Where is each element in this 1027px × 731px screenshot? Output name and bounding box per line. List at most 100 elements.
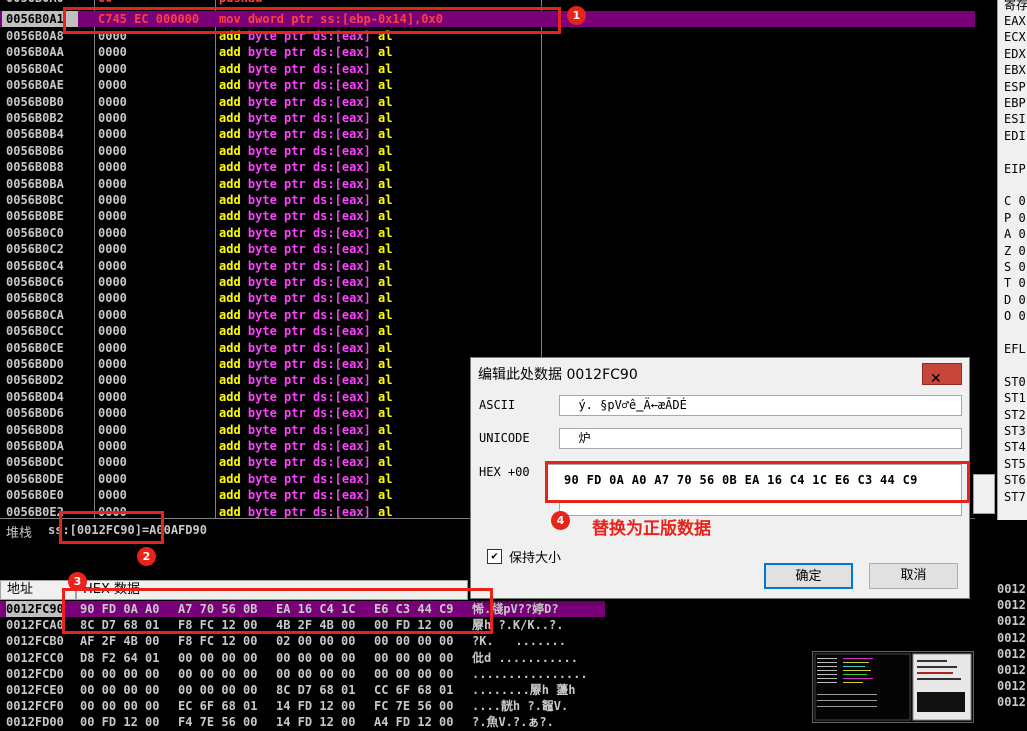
register-item[interactable]: EIP bbox=[1004, 162, 1026, 176]
instr-reg: al bbox=[378, 176, 393, 191]
register-item[interactable]: ST2 bbox=[1004, 408, 1026, 422]
instr-op: add bbox=[219, 340, 241, 355]
instr-size: byte ptr bbox=[247, 242, 306, 257]
disasm-hex: 0000 bbox=[98, 324, 127, 339]
register-item[interactable]: ST6 bbox=[1004, 473, 1026, 487]
register-item[interactable]: C 0 bbox=[1004, 194, 1026, 208]
instr-mem: [eax] bbox=[334, 78, 371, 93]
disasm-row[interactable]: 0056B0B2 0000 add byte ptr ds:[eax],al bbox=[0, 110, 975, 126]
register-item[interactable]: ECX bbox=[1004, 30, 1026, 44]
disasm-row[interactable]: 0056B0C8 0000 add byte ptr ds:[eax],al bbox=[0, 290, 975, 306]
disasm-instruction: add byte ptr ds:[eax],al bbox=[219, 471, 393, 486]
register-item[interactable]: EAX bbox=[1004, 14, 1026, 28]
dump-row[interactable]: 0012FCC0 D8 F2 64 01 00 00 00 00 00 00 00 0… bbox=[0, 650, 605, 666]
cancel-button[interactable]: 取消 bbox=[869, 563, 958, 589]
register-item[interactable]: EDI bbox=[1004, 129, 1026, 143]
instr-op: add bbox=[219, 291, 241, 306]
register-item[interactable]: ST0 bbox=[1004, 375, 1026, 389]
instr-op: add bbox=[219, 422, 241, 437]
disasm-instruction: add byte ptr ds:[eax],al bbox=[219, 45, 393, 60]
register-item[interactable]: A 0 bbox=[1004, 227, 1026, 241]
disasm-row[interactable]: 0056B0AE 0000 add byte ptr ds:[eax],al bbox=[0, 77, 975, 93]
disasm-row[interactable]: 0056B0BA 0000 add byte ptr ds:[eax],al bbox=[0, 176, 975, 192]
register-item[interactable]: ST4 bbox=[1004, 440, 1026, 454]
disasm-row[interactable]: 0056B0B6 0000 add byte ptr ds:[eax],al bbox=[0, 143, 975, 159]
instr-reg: al bbox=[378, 209, 393, 224]
instr-mem: [eax] bbox=[334, 307, 371, 322]
register-item[interactable]: D 0 bbox=[1004, 293, 1026, 307]
registers-pane[interactable]: 寄存 EAX ECX EDX EBX ESP EBP ESI EDI EIP C 0 P 0 A 0 Z … bbox=[997, 0, 1027, 520]
disasm-row[interactable]: 0056B0B4 0000 add byte ptr ds:[eax],al bbox=[0, 126, 975, 142]
dump-row[interactable]: 0012FCE0 00 00 00 00 00 00 00 00 8C D7 68 0… bbox=[0, 682, 605, 698]
dump-row[interactable]: 0012FD00 00 FD 12 00 F4 7E 56 00 14 FD 12 0… bbox=[0, 714, 605, 730]
disasm-row[interactable]: 0056B0CC 0000 add byte ptr ds:[eax],al bbox=[0, 323, 975, 339]
ascii-field[interactable]: ý. §pV♂ê‗Ä←æÃDÉ bbox=[559, 395, 962, 416]
disasm-address: 0056B0D6 bbox=[6, 406, 64, 421]
register-item[interactable]: S 0 bbox=[1004, 260, 1026, 274]
stack-row[interactable]: 0012 bbox=[997, 631, 1026, 645]
disasm-row[interactable]: 0056B0C4 0000 add byte ptr ds:[eax],al bbox=[0, 258, 975, 274]
register-item[interactable]: ESP bbox=[1004, 80, 1026, 94]
register-item[interactable]: ESI bbox=[1004, 112, 1026, 126]
register-item[interactable]: O 0 bbox=[1004, 309, 1026, 323]
dump-row[interactable]: 0012FCB0 AF 2F 4B 00 F8 FC 12 00 02 00 00 0… bbox=[0, 633, 605, 649]
dump-row[interactable]: 0012FCF0 00 00 00 00 EC 6F 68 01 14 FD 12 0… bbox=[0, 698, 605, 714]
dump-hex-group: EC 6F 68 01 bbox=[178, 699, 258, 714]
register-item[interactable]: Z 0 bbox=[1004, 244, 1026, 258]
disasm-row[interactable]: 0056B0AA 0000 add byte ptr ds:[eax],al bbox=[0, 44, 975, 60]
dump-hex-group: 00 00 00 00 bbox=[374, 634, 454, 649]
dump-row[interactable]: 0012FCD0 00 00 00 00 00 00 00 00 00 00 00 0… bbox=[0, 666, 605, 682]
dump-hex-group: 02 00 00 00 bbox=[276, 634, 356, 649]
disasm-row[interactable]: 0056B0C0 0000 add byte ptr ds:[eax],al bbox=[0, 225, 975, 241]
keep-size-checkbox[interactable]: ✔ bbox=[487, 549, 502, 564]
instr-seg: ds: bbox=[312, 357, 335, 371]
instr-reg: al bbox=[378, 160, 393, 175]
disasm-address: 0056B0C4 bbox=[6, 258, 64, 273]
ok-button[interactable]: 确定 bbox=[764, 563, 853, 589]
stack-row[interactable]: 0012 bbox=[997, 582, 1026, 596]
stack-row[interactable]: 0012 bbox=[997, 614, 1026, 628]
disasm-row[interactable]: 0056B0A0 60 pushad bbox=[0, 0, 975, 6]
keep-size-label[interactable]: 保持大小 bbox=[509, 547, 561, 566]
dump-address: 0012FD00 bbox=[6, 715, 64, 730]
register-item[interactable]: EFL bbox=[1004, 342, 1026, 356]
disasm-row[interactable]: 0056B0B0 0000 add byte ptr ds:[eax],al bbox=[0, 94, 975, 110]
stack-row[interactable]: 0012 bbox=[997, 663, 1026, 677]
disasm-hex: 0000 bbox=[98, 357, 127, 371]
dialog-titlebar[interactable]: 编辑此处数据 0012FC90 ✕ bbox=[471, 358, 969, 388]
register-item[interactable]: ST5 bbox=[1004, 457, 1026, 471]
disasm-row[interactable]: 0056B0C6 0000 add byte ptr ds:[eax],al bbox=[0, 274, 975, 290]
stack-row[interactable]: 0012 bbox=[997, 598, 1026, 612]
stack-row[interactable]: 0012 bbox=[997, 647, 1026, 661]
dump-address: 0012FC90 bbox=[6, 601, 64, 618]
instr-mem: [eax] bbox=[334, 324, 371, 339]
register-item[interactable]: ST1 bbox=[1004, 391, 1026, 405]
disasm-row[interactable]: 0056B0BC 0000 add byte ptr ds:[eax],al bbox=[0, 192, 975, 208]
dialog-close-button[interactable]: ✕ bbox=[922, 363, 962, 387]
stack-row[interactable]: 0012 bbox=[997, 679, 1026, 693]
instr-mem: [eax] bbox=[334, 406, 371, 421]
register-item[interactable]: EBP bbox=[1004, 96, 1026, 110]
register-item[interactable]: T 0 bbox=[1004, 276, 1026, 290]
dump-hex-group: F4 7E 56 00 bbox=[178, 715, 258, 730]
annotation-note-4: 替换为正版数据 bbox=[592, 519, 711, 539]
register-item[interactable]: ST3 bbox=[1004, 424, 1026, 438]
register-item[interactable]: EDX bbox=[1004, 47, 1026, 61]
disasm-instruction: add byte ptr ds:[eax],al bbox=[219, 439, 393, 453]
disasm-row[interactable]: 0056B0CA 0000 add byte ptr ds:[eax],al bbox=[0, 307, 975, 323]
stack-row[interactable]: 0012 bbox=[997, 695, 1026, 709]
register-item[interactable]: ST7 bbox=[1004, 490, 1026, 504]
instr-size: byte ptr bbox=[247, 291, 306, 306]
instr-seg: ds: bbox=[312, 127, 335, 142]
hex-field-scrollbar[interactable] bbox=[973, 474, 995, 514]
register-item[interactable]: EBX bbox=[1004, 63, 1026, 77]
disasm-row[interactable]: 0056B0B8 0000 add byte ptr ds:[eax],al bbox=[0, 159, 975, 175]
register-item[interactable]: P 0 bbox=[1004, 211, 1026, 225]
unicode-field[interactable]: 炉 bbox=[559, 428, 962, 449]
stack-pane[interactable]: 0012 0012 0012 0012 0012 0012 0012 0012 bbox=[991, 580, 1027, 721]
instr-mem: [eax] bbox=[334, 94, 371, 109]
disasm-row[interactable]: 0056B0CE 0000 add byte ptr ds:[eax],al bbox=[0, 340, 975, 356]
disasm-row[interactable]: 0056B0C2 0000 add byte ptr ds:[eax],al bbox=[0, 241, 975, 257]
disasm-row[interactable]: 0056B0BE 0000 add byte ptr ds:[eax],al bbox=[0, 208, 975, 224]
disasm-row[interactable]: 0056B0AC 0000 add byte ptr ds:[eax],al bbox=[0, 61, 975, 77]
